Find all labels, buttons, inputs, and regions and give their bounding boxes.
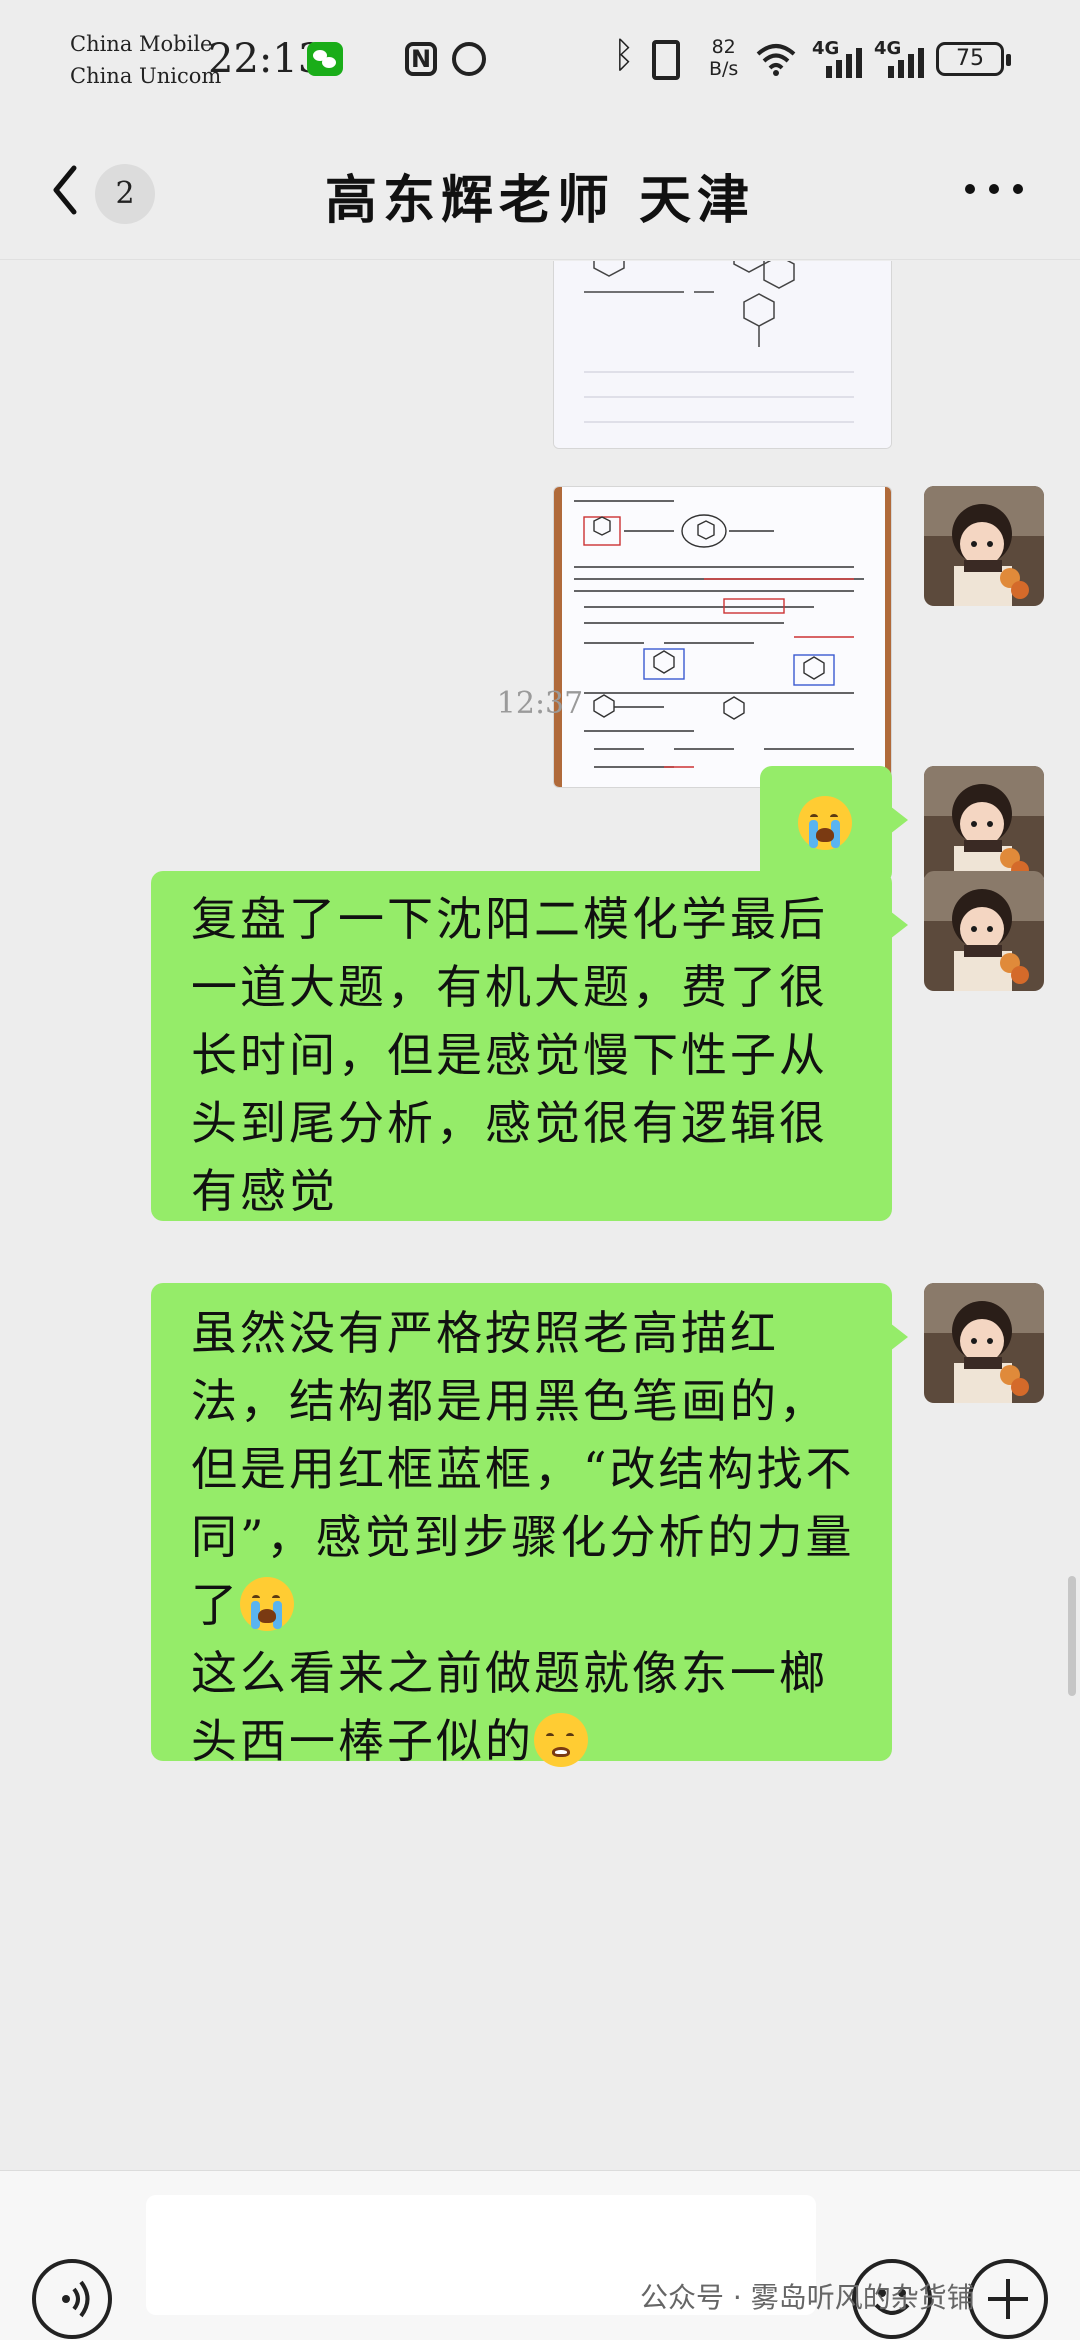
net-speed: 82 B/s [709,36,738,80]
sim2-network-type: 4G [874,38,902,59]
scrollbar[interactable] [1068,1576,1076,1696]
avatar-image [924,1283,1044,1403]
voice-icon[interactable] [32,2259,112,2339]
wifi-icon [756,44,796,76]
crying-emoji-icon [240,1577,294,1631]
wechat-notification-icon [307,42,343,76]
status-bar: China Mobile China Unicom 22:13 N ᛒ 82 B… [0,0,1080,120]
chat-header: 2 高东辉老师 天津 [0,120,1080,260]
carrier-2: China Unicom [70,64,222,88]
sad-emoji-icon [534,1713,588,1767]
chat-title: 高东辉老师 天津 [324,170,756,231]
text-message-bubble-2[interactable]: 虽然没有严格按照老高描红法，结构都是用黑色笔画的，但是用红框蓝框，“改结构找不同… [151,1283,908,1768]
signal-icon-sim1: 4G [812,36,864,80]
message-list[interactable]: 12:37 复盘了一下沈阳二模化学最后一道大题，有机大题，费了很长时间，但是感觉… [0,261,1080,2170]
carrier-1: China Mobile [70,32,213,56]
avatar-image [924,486,1044,606]
carrier-info: China Mobile China Unicom [70,28,221,92]
image-message-2[interactable] [553,486,892,788]
avatar[interactable] [924,871,1044,991]
status-clock: 22:13 [208,36,324,82]
message-text: 虽然没有严格按照老高描红法，结构都是用黑色笔画的，但是用红框蓝框，“改结构找不同… [191,1299,862,1775]
image-message-1[interactable] [553,261,892,449]
emoji-message-bubble[interactable] [760,766,908,884]
alarm-icon [452,42,486,76]
avatar[interactable] [924,486,1044,606]
avatar-image [924,766,1044,886]
message-text-part-1: 虽然没有严格按照老高描红法，结构都是用黑色笔画的，但是用红框蓝框，“改结构找不同… [191,1306,855,1632]
watermark: 公众号 · 雾岛听风的杂货铺 [640,2281,975,2314]
handwritten-notes-image [554,261,891,448]
more-icon[interactable] [965,184,1023,194]
avatar[interactable] [924,1283,1044,1403]
net-speed-unit: B/s [709,58,739,80]
vibrate-icon [652,40,680,80]
message-text: 复盘了一下沈阳二模化学最后一道大题，有机大题，费了很长时间，但是感觉慢下性子从头… [191,892,828,1218]
handwritten-notes-image [554,487,891,787]
text-message-bubble-1[interactable]: 复盘了一下沈阳二模化学最后一道大题，有机大题，费了很长时间，但是感觉慢下性子从头… [151,871,908,1221]
avatar-image [924,871,1044,991]
message-text-part-2: 这么看来之前做题就像东一榔头西一棒子似的 [191,1646,828,1768]
net-speed-value: 82 [711,36,736,58]
crying-emoji-icon [798,796,852,850]
bluetooth-icon: ᛒ [613,35,635,76]
battery-icon: 75 [936,42,1011,76]
chat-timestamp: 12:37 [496,686,584,721]
nfc-icon: N [405,42,437,76]
avatar[interactable] [924,766,1044,886]
sim1-network-type: 4G [812,38,840,59]
plus-icon[interactable] [968,2259,1048,2339]
signal-icon-sim2: 4G [874,36,926,80]
